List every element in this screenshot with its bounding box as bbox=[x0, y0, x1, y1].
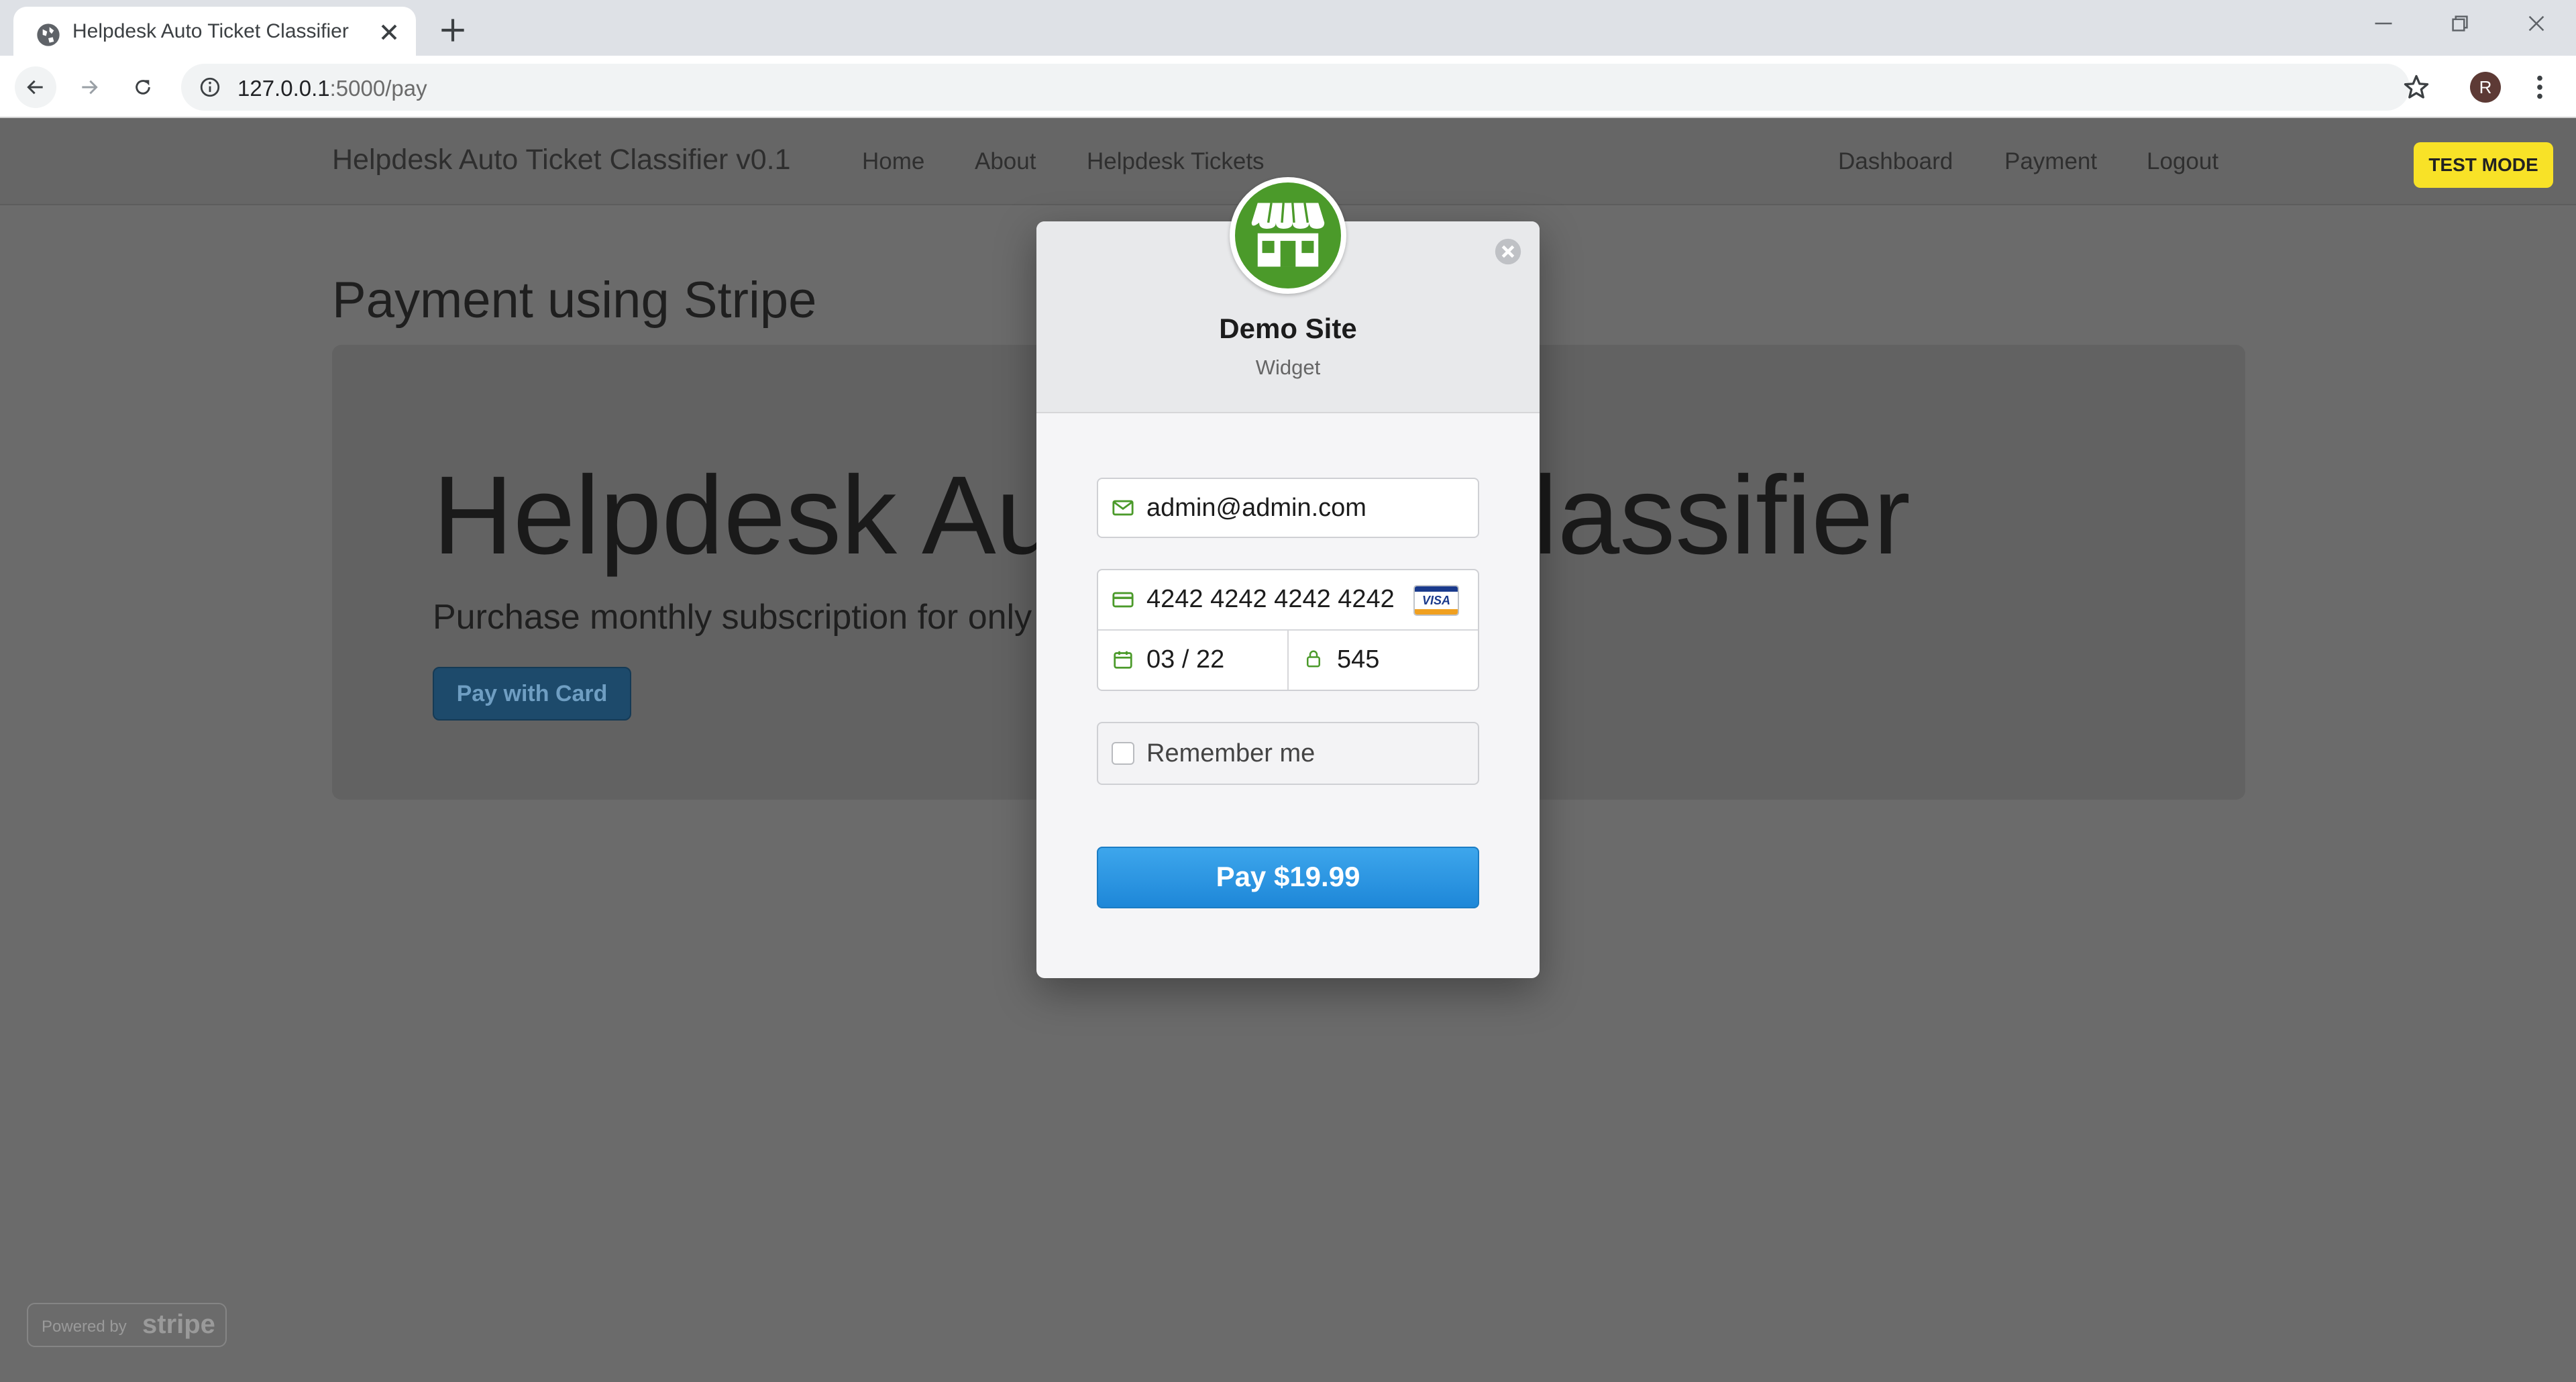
storefront-icon bbox=[1251, 203, 1325, 267]
reload-button[interactable] bbox=[122, 66, 164, 108]
visa-card-icon: VISA bbox=[1413, 585, 1459, 616]
expiry-field[interactable]: 03 / 22 bbox=[1098, 631, 1287, 690]
stripe-checkout-modal: Demo Site Widget admin@admin.com 4242 42… bbox=[1036, 221, 1540, 978]
nav-link-logout[interactable]: Logout bbox=[2147, 148, 2218, 175]
window-close-icon[interactable] bbox=[2513, 7, 2560, 40]
back-button[interactable] bbox=[15, 66, 56, 108]
nav-link-helpdesk-tickets[interactable]: Helpdesk Tickets bbox=[1087, 148, 1265, 175]
merchant-logo bbox=[1230, 177, 1346, 294]
navbar-brand[interactable]: Helpdesk Auto Ticket Classifier v0.1 bbox=[332, 144, 791, 176]
jumbotron-title-left: Helpdesk Au bbox=[433, 454, 1059, 578]
remember-me-row[interactable]: Remember me bbox=[1097, 722, 1479, 785]
cvc-field[interactable]: 545 bbox=[1289, 631, 1478, 690]
browser-tabstrip: Helpdesk Auto Ticket Classifier bbox=[0, 0, 2576, 56]
cvc-value: 545 bbox=[1337, 645, 1380, 674]
reload-icon bbox=[136, 80, 150, 95]
visa-stripe-top bbox=[1415, 586, 1458, 592]
kebab-menu-icon[interactable] bbox=[2526, 72, 2553, 103]
info-icon[interactable] bbox=[199, 76, 221, 99]
nav-link-payment[interactable]: Payment bbox=[2004, 148, 2097, 175]
merchant-description: Widget bbox=[1255, 356, 1321, 379]
powered-by-stripe[interactable]: Powered by stripe bbox=[27, 1303, 227, 1347]
stripe-logo-text: stripe bbox=[142, 1310, 215, 1339]
arrow-left-icon bbox=[27, 80, 43, 95]
test-mode-badge: TEST MODE bbox=[2414, 142, 2553, 188]
card-number-field[interactable]: 4242 4242 4242 4242 VISA bbox=[1098, 570, 1478, 629]
visa-stripe-bottom bbox=[1415, 609, 1458, 615]
jumbotron-lead: Purchase monthly subscription for only bbox=[433, 598, 1032, 637]
lock-icon bbox=[1307, 650, 1320, 668]
minimize-icon[interactable] bbox=[2360, 7, 2407, 40]
jumbotron-title-right: lassifier bbox=[1533, 454, 1911, 578]
email-field[interactable]: admin@admin.com bbox=[1097, 478, 1479, 538]
arrow-right-icon bbox=[82, 80, 98, 95]
pay-with-card-button[interactable]: Pay with Card bbox=[433, 667, 631, 721]
close-icon[interactable] bbox=[376, 19, 402, 46]
card-details-group: 4242 4242 4242 4242 VISA 03 / 22 545 bbox=[1097, 569, 1479, 691]
credit-card-icon bbox=[1112, 592, 1134, 608]
new-tab-icon[interactable] bbox=[436, 13, 470, 47]
page-title: Payment using Stripe bbox=[332, 272, 817, 329]
card-number-value: 4242 4242 4242 4242 bbox=[1146, 585, 1395, 613]
expiry-value: 03 / 22 bbox=[1146, 645, 1225, 674]
address-bar[interactable]: 127.0.0.1:5000/pay bbox=[181, 64, 2410, 111]
merchant-name: Demo Site bbox=[1219, 313, 1357, 344]
browser-tab[interactable]: Helpdesk Auto Ticket Classifier bbox=[13, 7, 416, 56]
remember-me-checkbox[interactable] bbox=[1112, 742, 1134, 765]
email-value: admin@admin.com bbox=[1146, 494, 1366, 522]
modal-close-icon[interactable] bbox=[1493, 236, 1523, 267]
pay-button[interactable]: Pay $19.99 bbox=[1097, 847, 1479, 908]
nav-link-home[interactable]: Home bbox=[862, 148, 924, 175]
restore-icon[interactable] bbox=[2436, 7, 2483, 40]
calendar-icon bbox=[1114, 651, 1132, 669]
profile-avatar[interactable]: R bbox=[2470, 72, 2501, 103]
globe-icon bbox=[37, 23, 60, 46]
forward-button[interactable] bbox=[68, 66, 110, 108]
powered-by-text: Powered by bbox=[42, 1318, 127, 1336]
bookmark-star-icon[interactable] bbox=[2402, 72, 2431, 102]
tab-title: Helpdesk Auto Ticket Classifier bbox=[72, 20, 349, 42]
url-path: :5000/pay bbox=[329, 76, 427, 101]
url-host: 127.0.0.1 bbox=[237, 76, 330, 101]
nav-link-about[interactable]: About bbox=[975, 148, 1036, 175]
remember-me-label: Remember me bbox=[1146, 739, 1316, 767]
url-text: 127.0.0.1:5000/pay bbox=[237, 76, 427, 101]
nav-link-dashboard[interactable]: Dashboard bbox=[1838, 148, 1953, 175]
envelope-icon bbox=[1112, 500, 1134, 516]
visa-label: VISA bbox=[1421, 594, 1450, 607]
browser-toolbar: 127.0.0.1:5000/pay R bbox=[0, 56, 2576, 118]
